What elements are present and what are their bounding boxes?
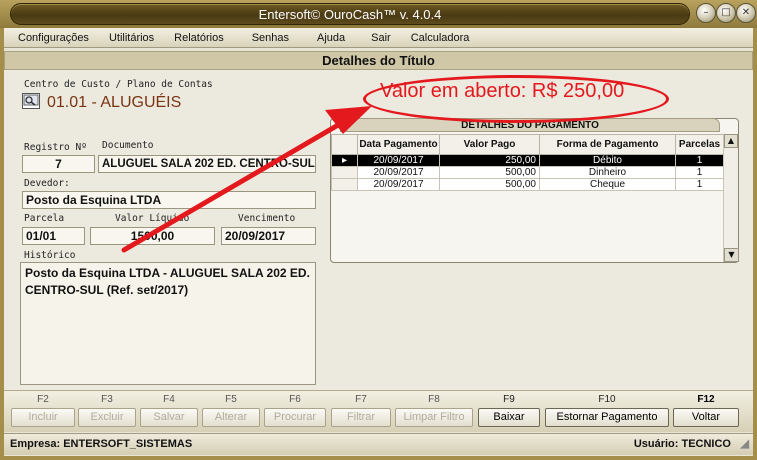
fkey-label: F2	[37, 394, 49, 405]
fkey-label: F8	[428, 394, 440, 405]
filtrar-label[interactable]: Filtrar	[331, 408, 391, 427]
procurar-button[interactable]: F6 Procurar	[264, 394, 326, 427]
alterar-button[interactable]: F5 Alterar	[202, 394, 260, 427]
fkey-label: F3	[101, 394, 113, 405]
limpar-filtro-label[interactable]: Limpar Filtro	[395, 408, 473, 427]
filtrar-button[interactable]: F7 Filtrar	[331, 394, 391, 427]
fkey-label: F12	[697, 394, 715, 405]
fkey-label: F4	[163, 394, 175, 405]
estornar-pagamento-button[interactable]: F10 Estornar Pagamento	[545, 394, 669, 427]
voltar-button[interactable]: F12 Voltar	[673, 394, 739, 427]
baixar-label[interactable]: Baixar	[478, 408, 540, 427]
status-bar: Empresa: ENTERSOFT_SISTEMAS Usuário: TEC…	[4, 433, 753, 455]
incluir-button[interactable]: F2 Incluir	[11, 394, 75, 427]
excluir-label[interactable]: Excluir	[78, 408, 136, 427]
salvar-button[interactable]: F4 Salvar	[140, 394, 198, 427]
procurar-label[interactable]: Procurar	[264, 408, 326, 427]
usuario-status: Usuário: TECNICO	[633, 438, 731, 450]
baixar-button[interactable]: F9 Baixar	[478, 394, 540, 427]
fkey-label: F9	[503, 394, 515, 405]
limpar-filtro-button[interactable]: F8 Limpar Filtro	[395, 394, 473, 427]
alterar-label[interactable]: Alterar	[202, 408, 260, 427]
excluir-button[interactable]: F3 Excluir	[78, 394, 136, 427]
fkey-label: F5	[225, 394, 237, 405]
empresa-status: Empresa: ENTERSOFT_SISTEMAS	[10, 438, 193, 450]
resize-grip-icon[interactable]: ◢	[741, 434, 749, 454]
estornar-pagamento-label[interactable]: Estornar Pagamento	[545, 408, 669, 427]
fkey-label: F10	[598, 394, 616, 405]
incluir-label[interactable]: Incluir	[11, 408, 75, 427]
salvar-label[interactable]: Salvar	[140, 408, 198, 427]
fkey-label: F6	[289, 394, 301, 405]
voltar-label[interactable]: Voltar	[673, 408, 739, 427]
fkey-label: F7	[355, 394, 367, 405]
